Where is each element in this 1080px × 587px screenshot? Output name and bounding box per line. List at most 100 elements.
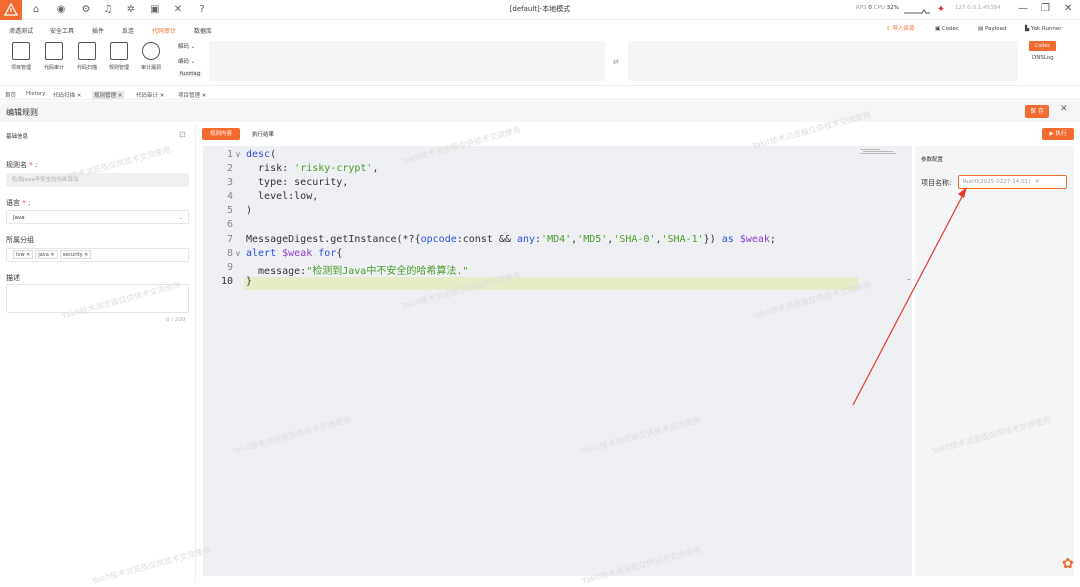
chevron-down-icon: ⌄ xyxy=(178,215,183,221)
status-readout: RPS 0 CPU 32% xyxy=(856,5,899,11)
basic-info-heading: 基础信息 xyxy=(6,134,29,140)
tag-low[interactable]: low ✕ xyxy=(13,250,34,259)
swap-icon[interactable]: ⇄ xyxy=(613,58,619,66)
engine-icon[interactable]: ✦ xyxy=(934,3,948,17)
payload-button[interactable]: ▤ Payload xyxy=(978,24,1006,35)
desc-label: 描述 xyxy=(6,274,20,282)
line-number: 7 xyxy=(226,234,233,245)
tab-rule-content[interactable]: 规则内容 xyxy=(202,128,240,140)
language-text: 语言 xyxy=(6,199,20,207)
execute-button[interactable]: ▶ 执行 xyxy=(1042,128,1074,140)
params-heading: 参数配置 xyxy=(921,157,944,163)
tag-label: low xyxy=(16,252,25,258)
tag-security[interactable]: security ✕ xyxy=(59,250,92,259)
menu-code-audit[interactable]: 代码审计 xyxy=(152,26,176,35)
codec-button[interactable]: Codec xyxy=(1029,41,1056,51)
language-select[interactable]: Java ⌄ xyxy=(6,210,189,224)
page-tabs: 首页 History 代码扫描 ✕ 规则管理 ✕ 代码审计 ✕ 项目管理 ✕ xyxy=(0,89,1080,100)
required-mark: * xyxy=(29,161,33,169)
tab-code-scan[interactable]: 代码扫描 ✕ xyxy=(53,91,81,99)
line-number: 6 xyxy=(226,219,233,230)
collapse-icon[interactable]: ⊡ xyxy=(179,130,186,139)
annotation-arrow xyxy=(852,187,967,406)
code-line: type: security, xyxy=(246,177,349,188)
title-bar: ⌂ ◉ ⚙ ♫ ✲ ▣ ✕ ? [default]-本地模式 RPS 0 CPU… xyxy=(0,0,1080,20)
import-resource-button[interactable]: ⇪ 导入资源 xyxy=(886,24,914,35)
tool-label: 规则管理 xyxy=(108,65,129,71)
close-icon[interactable]: ✕ xyxy=(1060,104,1068,114)
line-number: 9 xyxy=(226,262,233,273)
line-number: 4 xyxy=(226,191,233,202)
tab-code-audit[interactable]: 代码审计 ✕ xyxy=(136,91,164,99)
menu-pentest[interactable]: 渗透测试 xyxy=(9,26,33,35)
tab-label: 代码扫描 xyxy=(53,93,76,99)
encode-label: 编码 xyxy=(178,59,190,65)
tool-code-audit[interactable]: 代码审计 xyxy=(39,40,69,71)
tab-rule-manage[interactable]: 规则管理 ✕ xyxy=(92,91,125,99)
scan-icon xyxy=(78,42,96,60)
codec-input[interactable] xyxy=(209,41,605,81)
code-line: MessageDigest.getInstance(*?{opcode:cons… xyxy=(246,234,776,245)
tab-exec-result[interactable]: 执行结果 xyxy=(252,130,274,138)
fuzztag-button[interactable]: fuzztag xyxy=(178,71,203,77)
code-line: alert $weak for{ xyxy=(246,248,343,259)
tool-label: 项目管理 xyxy=(10,65,31,71)
line-number: 3 xyxy=(226,177,233,188)
tab-label: 代码审计 xyxy=(136,93,159,99)
tag-label: security xyxy=(62,252,83,258)
tab-home[interactable]: 首页 xyxy=(5,91,16,99)
maximize-icon[interactable]: ❐ xyxy=(1041,3,1050,14)
decode-label: 解码 xyxy=(178,44,190,50)
decode-dropdown[interactable]: 解码 ⌄ xyxy=(178,42,195,50)
fold-chevron-icon[interactable]: ∨ xyxy=(235,150,241,159)
menu-plugins[interactable]: 插件 xyxy=(92,26,104,35)
rule-name-field[interactable]: 检测Java不安全的哈希算法 xyxy=(6,173,189,187)
rule-info-panel: 基础信息 ⊡ 规则名 * : 检测Java不安全的哈希算法 语言 * : Jav… xyxy=(0,125,196,582)
tool-label: 审计漏洞 xyxy=(140,65,161,71)
save-button[interactable]: 保 存 xyxy=(1025,105,1049,118)
tool-code-scan[interactable]: 代码扫描 xyxy=(72,40,102,71)
engine-address: 127.0.0.1:45384 xyxy=(955,5,1001,11)
minimap xyxy=(860,149,896,154)
minimize-icon[interactable]: — xyxy=(1018,3,1028,14)
codec-top-button[interactable]: ▣ Codec xyxy=(935,24,959,35)
line-number: 1 xyxy=(226,149,233,160)
code-editor[interactable] xyxy=(203,146,912,576)
project-value: RuoYi(2025-0227-14:01) xyxy=(963,179,1031,185)
dnslog-button[interactable]: DNSLog xyxy=(1032,55,1054,61)
encode-dropdown[interactable]: 编码 ⌄ xyxy=(178,57,195,65)
clear-icon[interactable]: ✕ xyxy=(1035,179,1040,185)
current-line-highlight xyxy=(244,277,858,290)
group-tags-field[interactable]: low ✕ java ✕ security ✕ xyxy=(6,248,189,262)
tag-java[interactable]: java ✕ xyxy=(35,250,58,259)
rule-icon xyxy=(110,42,128,60)
tab-project-manage[interactable]: 项目管理 ✕ xyxy=(178,91,206,99)
tab-label: 规则管理 xyxy=(94,93,117,99)
import-label: 导入资源 xyxy=(892,26,915,32)
code-line: } xyxy=(246,276,253,287)
yak-runner-button[interactable]: ▙ Yak Runner xyxy=(1025,24,1062,35)
tool-label: 代码审计 xyxy=(43,65,64,71)
menu-security-tools[interactable]: 安全工具 xyxy=(50,26,74,35)
menu-database[interactable]: 数据库 xyxy=(194,26,212,35)
codec-output[interactable] xyxy=(628,41,1018,81)
tool-rule-manage[interactable]: 规则管理 xyxy=(104,40,134,71)
menu-reverse[interactable]: 反连 xyxy=(122,26,134,35)
tab-history[interactable]: History xyxy=(26,91,46,97)
tool-label: 代码扫描 xyxy=(76,65,97,71)
monitor-icon xyxy=(45,42,63,60)
tool-project-manage[interactable]: 项目管理 xyxy=(6,40,36,71)
exec-label: 执行 xyxy=(1055,131,1067,137)
runner-label: Yak Runner xyxy=(1030,26,1062,32)
language-label: 语言 * : xyxy=(6,199,31,207)
tool-audit-vuln[interactable]: 审计漏洞 xyxy=(136,40,166,71)
project-name-select[interactable]: RuoYi(2025-0227-14:01) ✕ xyxy=(958,175,1067,189)
fold-chevron-icon[interactable]: ∨ xyxy=(235,249,241,258)
code-line: desc( xyxy=(246,149,277,160)
edit-rule-header: 编辑规则 xyxy=(0,101,1080,122)
close-window-icon[interactable]: ✕ xyxy=(1064,3,1072,14)
line-number: 2 xyxy=(226,163,233,174)
mascot-icon[interactable]: ✿ xyxy=(1062,556,1074,572)
menu-bar: 渗透测试 安全工具 插件 反连 代码审计 数据库 xyxy=(0,21,1080,38)
group-label: 所属分组 xyxy=(6,236,34,244)
